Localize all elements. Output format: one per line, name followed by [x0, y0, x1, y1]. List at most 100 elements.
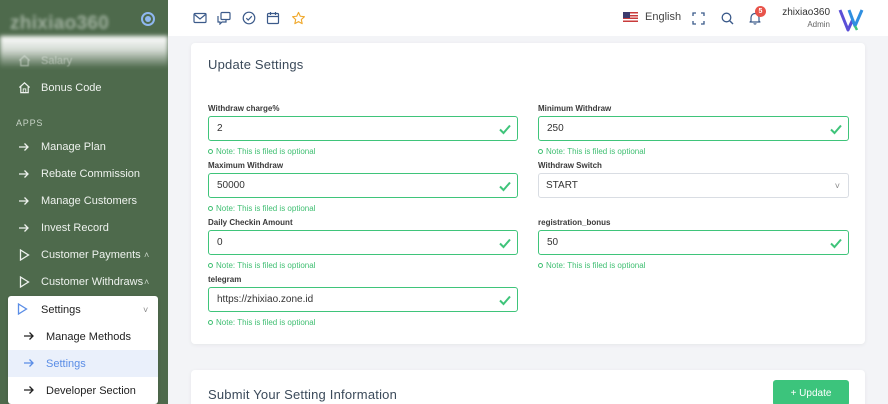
- home-icon: [17, 54, 31, 68]
- submit-settings-card: Submit Your Setting Information: [191, 370, 865, 404]
- sidebar-item-label: Customer Payments: [41, 248, 141, 261]
- check-icon: [498, 122, 512, 136]
- update-button[interactable]: + Update: [773, 380, 849, 404]
- sidebar-item-manage-customers[interactable]: Manage Customers: [0, 187, 168, 214]
- play-icon: [17, 248, 31, 262]
- check-circle-icon[interactable]: [241, 10, 257, 26]
- note-dot-icon: [208, 263, 213, 268]
- sidebar-item-label: Invest Record: [41, 221, 109, 234]
- check-icon: [498, 179, 512, 193]
- arrow-right-icon: [23, 331, 35, 343]
- language-selector[interactable]: English: [623, 11, 681, 23]
- submenu-item-manage-methods[interactable]: Manage Methods: [8, 323, 158, 350]
- check-icon: [829, 122, 843, 136]
- arrow-right-icon: [17, 194, 31, 208]
- star-icon[interactable]: [290, 10, 306, 26]
- note-text: Note: This is filed is optional: [216, 147, 316, 156]
- notification-badge: 5: [755, 6, 766, 17]
- field-note: Note: This is filed is optional: [208, 204, 315, 213]
- registration-bonus-input[interactable]: [538, 230, 849, 255]
- sidebar-item-customer-payments[interactable]: Customer Payments ˄: [0, 241, 168, 268]
- chat-icon[interactable]: [216, 10, 232, 26]
- us-flag-icon: [623, 12, 638, 22]
- note-dot-icon: [538, 149, 543, 154]
- note-text: Note: This is filed is optional: [546, 261, 646, 270]
- field-note: Note: This is filed is optional: [208, 318, 315, 327]
- calendar-icon[interactable]: [265, 10, 281, 26]
- sidebar-item-label: Salary: [41, 54, 73, 67]
- sidebar: zhixiao360 Salary Bonus Code APPS Manage…: [0, 0, 168, 404]
- submenu-item-label: Manage Methods: [46, 330, 131, 343]
- sidebar-item-label: Manage Plan: [41, 140, 106, 153]
- sidebar-item-label: Manage Customers: [41, 194, 137, 207]
- user-role: Admin: [807, 20, 830, 29]
- field-note: Note: This is filed is optional: [208, 147, 315, 156]
- field-label: Withdraw Switch: [538, 161, 602, 170]
- submenu-item-developer-section[interactable]: Developer Section: [8, 377, 158, 404]
- field-note: Note: This is filed is optional: [208, 261, 315, 270]
- select-value: START: [546, 180, 578, 191]
- note-text: Note: This is filed is optional: [546, 147, 646, 156]
- brand-name: zhixiao360: [10, 13, 110, 34]
- sidebar-item-invest-record[interactable]: Invest Record: [0, 214, 168, 241]
- check-icon: [498, 293, 512, 307]
- note-dot-icon: [208, 320, 213, 325]
- sidebar-item-settings[interactable]: Settings ˅: [8, 296, 158, 323]
- field-note: Note: This is filed is optional: [538, 147, 645, 156]
- field-label: Withdraw charge%: [208, 104, 280, 113]
- sidebar-item-customer-withdraws[interactable]: Customer Withdraws ˄: [0, 268, 168, 295]
- field-label: Maximum Withdraw: [208, 161, 284, 170]
- sidebar-item-bonus-code[interactable]: Bonus Code: [0, 74, 168, 101]
- field-label: Daily Checkin Amount: [208, 218, 293, 227]
- play-icon: [17, 275, 31, 289]
- chevron-up-icon: ˄: [144, 276, 150, 287]
- sidebar-item-manage-plan[interactable]: Manage Plan: [0, 133, 168, 160]
- note-dot-icon: [208, 206, 213, 211]
- withdraw-switch-select[interactable]: START ˅: [538, 173, 849, 198]
- sidebar-section-label: APPS: [16, 118, 44, 128]
- note-text: Note: This is filed is optional: [216, 318, 316, 327]
- field-note: Note: This is filed is optional: [538, 261, 645, 270]
- note-text: Note: This is filed is optional: [216, 204, 316, 213]
- note-dot-icon: [538, 263, 543, 268]
- arrow-right-icon: [17, 140, 31, 154]
- card-title: Update Settings: [208, 57, 304, 72]
- withdraw-charge-input[interactable]: [208, 116, 518, 141]
- user-name[interactable]: zhixiao360: [782, 7, 830, 18]
- field-label: Minimum Withdraw: [538, 104, 612, 113]
- maximum-withdraw-input[interactable]: [208, 173, 518, 198]
- arrow-right-icon: [23, 358, 35, 370]
- brand-header: zhixiao360: [0, 0, 168, 40]
- settings-submenu: Settings ˅ Manage Methods Settings Devel…: [8, 296, 158, 404]
- submenu-item-settings[interactable]: Settings: [8, 350, 158, 377]
- home-icon: [17, 81, 31, 95]
- field-label: registration_bonus: [538, 218, 611, 227]
- arrow-right-icon: [23, 385, 35, 397]
- language-label: English: [645, 11, 682, 23]
- brand-logo-icon[interactable]: [838, 7, 864, 33]
- sidebar-item-label: Settings: [41, 303, 81, 316]
- telegram-input[interactable]: [208, 287, 518, 312]
- check-icon: [829, 236, 843, 250]
- card-title: Submit Your Setting Information: [208, 387, 398, 402]
- chevron-up-icon: ˄: [144, 249, 150, 260]
- sidebar-item-label: Rebate Commission: [41, 167, 141, 180]
- mail-icon[interactable]: [192, 10, 208, 26]
- play-icon: [17, 302, 29, 316]
- search-icon[interactable]: [719, 10, 735, 26]
- minimum-withdraw-input[interactable]: [538, 116, 849, 141]
- note-dot-icon: [208, 149, 213, 154]
- fullscreen-icon[interactable]: [690, 10, 706, 26]
- sidebar-item-rebate-commission[interactable]: Rebate Commission: [0, 160, 168, 187]
- submenu-item-label: Settings: [46, 357, 86, 370]
- sidebar-item-label: Customer Withdraws: [41, 275, 144, 288]
- field-label: telegram: [208, 275, 242, 284]
- sidebar-toggle-icon[interactable]: [141, 12, 155, 26]
- arrow-right-icon: [17, 221, 31, 235]
- note-text: Note: This is filed is optional: [216, 261, 316, 270]
- daily-checkin-input[interactable]: [208, 230, 518, 255]
- arrow-right-icon: [17, 167, 31, 181]
- sidebar-item-label: Bonus Code: [41, 81, 102, 94]
- submenu-item-label: Developer Section: [46, 384, 136, 397]
- sidebar-item-salary[interactable]: Salary: [0, 47, 168, 74]
